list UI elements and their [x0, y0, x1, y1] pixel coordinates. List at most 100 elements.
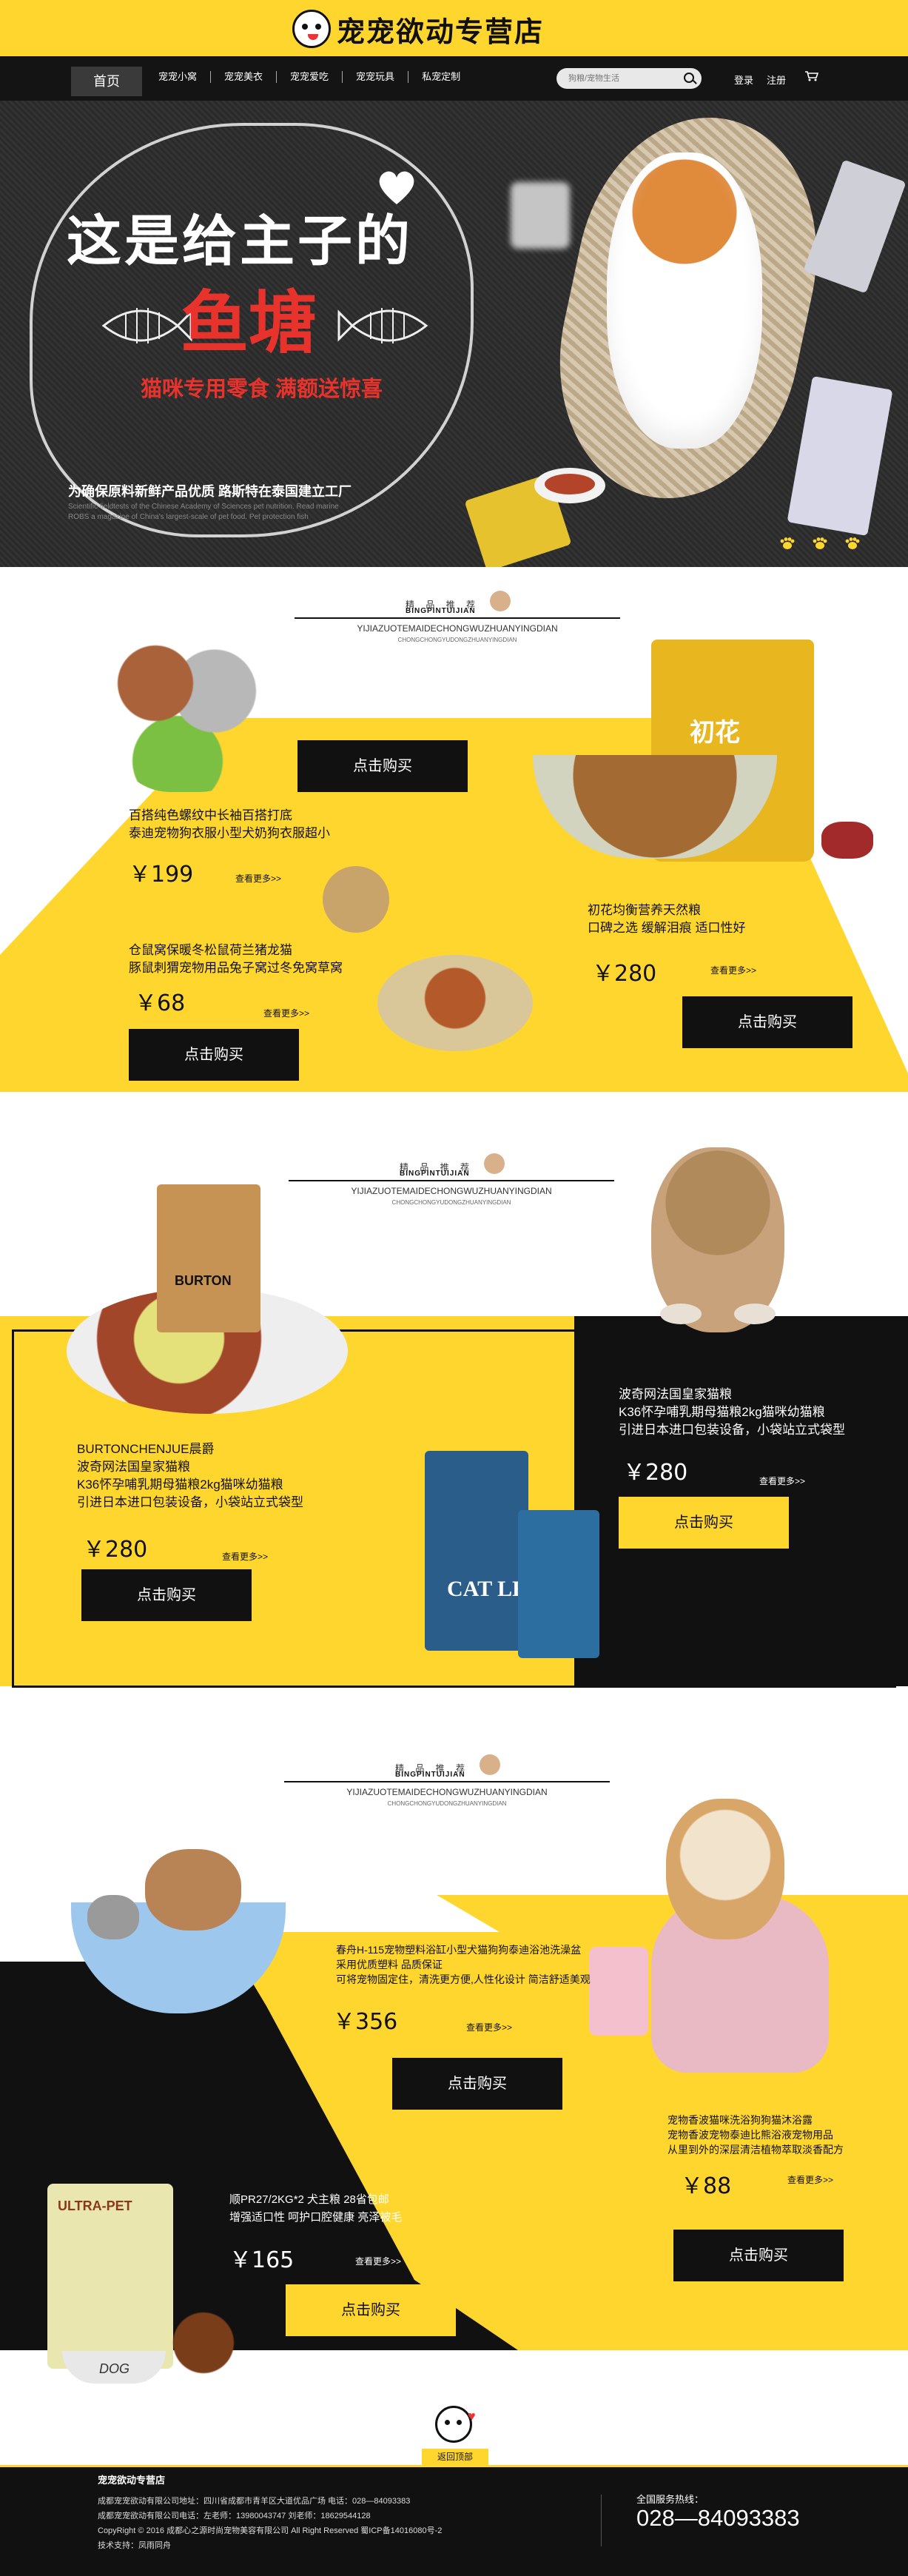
- see-more-link[interactable]: 查看更多>>: [466, 2021, 512, 2033]
- product-desc-line: 仓鼠窝保暖冬松鼠荷兰猪龙猫: [129, 943, 292, 957]
- footer-contact: 成都宠宠欲动有限公司电话：左老师：13980043747 刘老师：1862954…: [98, 2512, 371, 2520]
- section-pinyin-tag: BINGPINTUIJIAN: [395, 1771, 465, 1779]
- hero-tagline: 为确保原料新鲜产品优质 路斯特在泰国建立工厂: [68, 484, 352, 499]
- buy-button[interactable]: 点击购买: [286, 2284, 456, 2336]
- section-divider: [295, 617, 620, 619]
- footer-tech-support: 技术支持：凤雨同舟: [98, 2541, 171, 2550]
- section-pinyin-tag: BINGPINTUIJIAN: [400, 1170, 470, 1178]
- product-desc-line: 引进日本进口包装设备，小袋站立式袋型: [619, 1423, 845, 1437]
- login-link[interactable]: 登录: [734, 73, 753, 87]
- treat-pack-image: [803, 159, 907, 294]
- product-desc-line: 波奇网法国皇家猫粮: [619, 1387, 732, 1401]
- main-nav: 首页 宠宠小窝 宠宠美衣 宠宠爱吃 宠宠玩具 私宠定制 登录 注册: [0, 56, 908, 101]
- buy-button[interactable]: 点击购买: [673, 2230, 844, 2281]
- product-desc-line: 口碑之选 缓解泪痕 适口性好: [588, 921, 746, 935]
- register-link[interactable]: 注册: [767, 73, 786, 87]
- product-price: ￥280: [592, 961, 657, 987]
- hero-fine-print: Scientific fieldtests of the Chinese Aca…: [68, 503, 339, 521]
- shampoo-bottles-image: [589, 1947, 648, 2036]
- hotline-number[interactable]: 028—84093383: [636, 2505, 800, 2532]
- product-desc-line: K36怀孕哺乳期母猫粮2kg猫咪幼猫粮: [77, 1477, 283, 1492]
- product-description: 百搭纯色螺纹中长袖百搭打底 泰迪宠物狗衣服小型犬奶狗衣服超小: [129, 807, 330, 842]
- nav-item-custom[interactable]: 私宠定制: [408, 71, 474, 83]
- section-divider: [284, 1781, 610, 1782]
- product-description: 宠物香波猫咪洗浴狗狗猫沐浴露 宠物香波宠物泰迪比熊浴液宠物用品 从里到外的深层清…: [667, 2113, 844, 2157]
- cat-icon: [490, 591, 511, 611]
- dog-in-bath-image: [145, 1849, 241, 1931]
- cat-photo: [607, 152, 762, 449]
- search-box: [556, 68, 702, 89]
- product-price: ￥356: [333, 2009, 398, 2035]
- see-more-link[interactable]: 查看更多>>: [759, 1475, 805, 1487]
- product-price: ￥199: [129, 862, 194, 888]
- product-description: 初花均衡营养天然粮 口碑之选 缓解泪痕 适口性好: [588, 902, 745, 937]
- nav-item-pet-food[interactable]: 宠宠爱吃: [277, 71, 343, 83]
- fish-skeleton-icon: [337, 308, 428, 343]
- snack-bag-image: [157, 1184, 260, 1332]
- hamster-basket-image: [377, 955, 533, 1051]
- section-divider: [289, 1180, 614, 1181]
- nav-item-pet-nest[interactable]: 宠宠小窝: [145, 71, 212, 83]
- back-to-top-button[interactable]: ♥ 返回顶部: [422, 2406, 488, 2465]
- section-en-line1: YIJIAZUOTEMAIDECHONGWUZHUANYINGDIAN: [357, 623, 558, 634]
- section-header: 精 品 推 荐 BINGPINTUIJIAN YIJIAZUOTEMAIDECH…: [284, 1754, 610, 1836]
- product-desc-line: 波奇网法国皇家猫粮: [77, 1460, 190, 1474]
- dog-mascot-icon: [435, 2406, 472, 2443]
- see-more-link[interactable]: 查看更多>>: [355, 2255, 401, 2267]
- product-description: 春舟H-115宠物塑料浴缸小型犬猫狗狗泰迪浴池洗澡盆 采用优质塑料 品质保证 可…: [336, 1942, 591, 1987]
- product-desc-line: 从里到外的深层清洁植物萃取淡香配方: [667, 2144, 844, 2156]
- buy-button[interactable]: 点击购买: [392, 2058, 562, 2110]
- cat-food-bag-image: [518, 1510, 599, 1658]
- footer-accent-rule: [0, 2465, 908, 2467]
- section-en-line2: CHONGCHONGYUDONGZHUANYINGDIAN: [397, 637, 517, 643]
- nav-item-pet-clothes[interactable]: 宠宠美衣: [211, 71, 278, 83]
- cat-icon: [484, 1153, 505, 1174]
- buy-button[interactable]: 点击购买: [619, 1497, 789, 1549]
- brand-logo[interactable]: 宠宠欲动专营店: [292, 10, 544, 48]
- hamster-nest-image: [323, 866, 389, 933]
- cat-in-bath-image: [87, 1895, 139, 1939]
- product-description: 顺PR27/2KG*2 犬主粮 28省包邮 增强适口性 呵护口腔健康 亮泽被毛: [229, 2191, 402, 2227]
- see-more-link[interactable]: 查看更多>>: [710, 964, 756, 976]
- section-en-line1: YIJIAZUOTEMAIDECHONGWUZHUANYINGDIAN: [346, 1787, 548, 1797]
- buy-button[interactable]: 点击购买: [129, 1029, 299, 1081]
- product-desc-line: 引进日本进口包装设备，小袋站立式袋型: [77, 1495, 303, 1509]
- product-description: 波奇网法国皇家猫粮 K36怀孕哺乳期母猫粮2kg猫咪幼猫粮 引进日本进口包装设备…: [619, 1386, 845, 1439]
- product-price: ￥280: [623, 1460, 688, 1486]
- product-price: ￥165: [229, 2247, 295, 2273]
- chihuahua-image: [666, 1799, 784, 1939]
- product-desc-line: 豚鼠刺猬宠物用品兔子窝过冬免窝草窝: [129, 961, 343, 975]
- product-desc-line: 春舟H-115宠物塑料浴缸小型犬猫狗狗泰迪浴池洗澡盆: [336, 1944, 582, 1956]
- search-input[interactable]: [556, 68, 675, 89]
- blurred-product-image: [511, 182, 570, 249]
- product-price: ￥68: [135, 990, 186, 1016]
- see-more-link[interactable]: 查看更多>>: [263, 1007, 309, 1019]
- product-price: ￥280: [83, 1537, 148, 1563]
- buy-button[interactable]: 点击购买: [297, 740, 468, 792]
- product-desc-line: K36怀孕哺乳期母猫粮2kg猫咪幼猫粮: [619, 1405, 825, 1419]
- top-logo-strip: 宠宠欲动专营店: [0, 0, 908, 56]
- hero-subtitle: 猫咪专用零食 满额送惊喜: [141, 378, 383, 401]
- hero-banner[interactable]: 这是给主子的 鱼塘 猫咪专用零食 满额送惊喜 为确保原料新鲜产品优质 路斯特在泰…: [0, 101, 908, 567]
- see-more-link[interactable]: 查看更多>>: [787, 2173, 833, 2186]
- buy-button[interactable]: 点击购买: [81, 1569, 252, 1621]
- see-more-link[interactable]: 查看更多>>: [235, 872, 281, 885]
- paw-icon: [780, 537, 795, 549]
- cat-icon: [480, 1754, 500, 1775]
- product-desc-line: 宠物香波宠物泰迪比熊浴液宠物用品: [667, 2129, 833, 2141]
- buy-button[interactable]: 点击购买: [682, 996, 852, 1048]
- nav-item-pet-toys[interactable]: 宠宠玩具: [343, 71, 409, 83]
- meat-image: [821, 822, 873, 859]
- footer-title: 宠宠欲动专营店: [98, 2475, 166, 2486]
- nav-home[interactable]: 首页: [71, 67, 142, 96]
- see-more-link[interactable]: 查看更多>>: [222, 1550, 268, 1563]
- dog-bowl-label: DOG: [99, 2361, 130, 2376]
- product-description: BURTONCHENJUE晨爵 波奇网法国皇家猫粮 K36怀孕哺乳期母猫粮2kg…: [77, 1440, 303, 1512]
- search-icon[interactable]: [684, 73, 694, 83]
- fish-skeleton-icon: [101, 308, 192, 343]
- product-desc-line: 可将宠物固定住，清洗更方便,人性化设计 简洁舒适美观: [336, 1973, 591, 1985]
- nav-items: 宠宠小窝 宠宠美衣 宠宠爱吃 宠宠玩具 私宠定制: [145, 71, 474, 83]
- footer-divider: [601, 2495, 602, 2546]
- dog-food-bag-label: ULTRA-PET: [58, 2198, 132, 2213]
- cart-icon[interactable]: [805, 71, 818, 81]
